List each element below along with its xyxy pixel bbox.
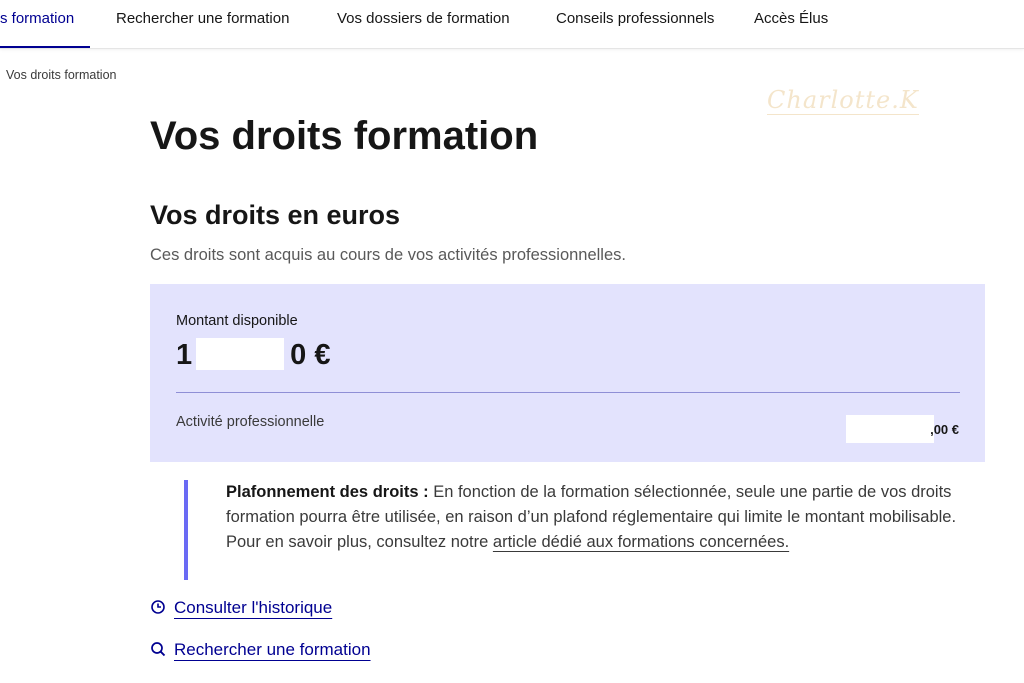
section-description: Ces droits sont acquis au cours de vos a… — [150, 246, 626, 264]
nav-item-rechercher-formation[interactable]: Rechercher une formation — [116, 0, 289, 48]
search-training-link[interactable]: Rechercher une formation — [150, 640, 371, 660]
search-icon — [151, 642, 166, 657]
card-divider — [176, 392, 960, 393]
nav-item-vos-dossiers[interactable]: Vos dossiers de formation — [337, 0, 510, 48]
amount-card: Montant disponible 1 0 € Activité profess… — [150, 284, 985, 462]
notice-title: Plafonnement des droits : — [226, 483, 429, 501]
activity-value-suffix: ,00 € — [930, 422, 959, 437]
nav-item-acces-elus[interactable]: Accès Élus — [754, 0, 828, 48]
nav-item-vos-droits-formation[interactable]: s formation — [0, 0, 91, 48]
notice-more-text: Pour en savoir plus, consultez notre — [226, 533, 493, 551]
section-title: Vos droits en euros — [150, 200, 401, 230]
search-link-label: Rechercher une formation — [174, 640, 371, 659]
watermark-logo: Charlotte.K — [767, 86, 919, 115]
available-amount-label: Montant disponible — [176, 313, 298, 329]
page-title: Vos droits formation — [150, 114, 539, 158]
professional-activity-label: Activité professionnelle — [176, 414, 325, 430]
amount-prefix: 1 — [176, 339, 193, 371]
clock-icon — [151, 600, 165, 614]
breadcrumb-current: Vos droits formation — [6, 68, 117, 82]
nav-item-conseils-professionnels[interactable]: Conseils professionnels — [556, 0, 714, 48]
redaction-mask — [846, 415, 935, 443]
article-link[interactable]: article dédié aux formations concernées. — [493, 533, 789, 551]
amount-suffix: 0 € — [290, 339, 331, 371]
history-link[interactable]: Consulter l'historique — [150, 598, 332, 618]
ceiling-notice: Plafonnement des droits : En fonction de… — [184, 480, 974, 580]
top-navigation: s formation Rechercher une formation Vos… — [0, 0, 1024, 49]
professional-activity-value: ,00 € — [846, 415, 959, 443]
redaction-mask — [196, 338, 285, 370]
history-link-label: Consulter l'historique — [174, 598, 333, 617]
breadcrumb: Vos droits formation — [6, 68, 116, 82]
available-amount: 1 0 € — [176, 338, 330, 372]
